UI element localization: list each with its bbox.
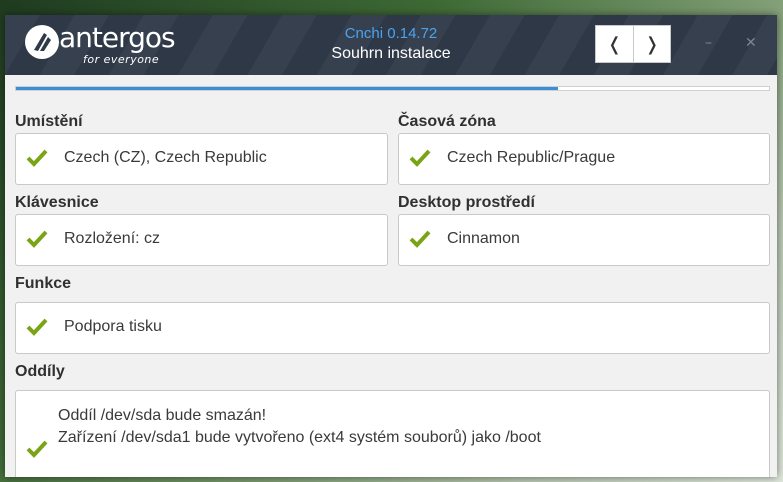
installer-window: antergos for everyone Cnchi 0.14.72 Souh… bbox=[5, 15, 777, 477]
forward-button[interactable]: ❭ bbox=[632, 26, 670, 62]
check-icon bbox=[409, 149, 431, 167]
partitions-label: Oddíly bbox=[15, 363, 65, 380]
features-label: Funkce bbox=[15, 275, 72, 292]
check-icon bbox=[26, 230, 48, 248]
nav-buttons: ❬ ❭ bbox=[595, 25, 671, 63]
keyboard-value: Rozložení: cz bbox=[64, 230, 161, 247]
location-value: Czech (CZ), Czech Republic bbox=[64, 149, 267, 166]
keyboard-box: Rozložení: cz bbox=[15, 214, 388, 266]
chevron-right-icon: ❭ bbox=[644, 33, 660, 55]
location-box: Czech (CZ), Czech Republic bbox=[15, 133, 388, 185]
desktop-label: Desktop prostředí bbox=[398, 194, 535, 211]
minimize-button[interactable]: – bbox=[705, 35, 712, 51]
check-icon bbox=[26, 318, 48, 336]
check-icon bbox=[409, 230, 431, 248]
partition-line: Oddíl /dev/sda bude smazán! bbox=[58, 407, 267, 424]
timezone-box: Czech Republic/Prague bbox=[398, 133, 770, 185]
check-icon bbox=[26, 440, 48, 458]
back-button[interactable]: ❬ bbox=[596, 26, 633, 62]
partition-line: Zařízení /dev/sda1 bude vytvořeno (ext4 … bbox=[58, 429, 541, 446]
install-progress-bar bbox=[15, 86, 770, 91]
partitions-box: Oddíl /dev/sda bude smazán! Zařízení /de… bbox=[15, 390, 770, 477]
chevron-left-icon: ❬ bbox=[606, 33, 623, 55]
keyboard-label: Klávesnice bbox=[15, 194, 99, 211]
features-box: Podpora tisku bbox=[15, 302, 770, 354]
check-icon bbox=[26, 149, 48, 167]
desktop-box: Cinnamon bbox=[398, 214, 770, 266]
location-label: Umístění bbox=[15, 113, 83, 130]
timezone-label: Časová zóna bbox=[398, 113, 496, 130]
features-value: Podpora tisku bbox=[64, 318, 162, 335]
timezone-value: Czech Republic/Prague bbox=[447, 149, 616, 166]
header-bar: antergos for everyone Cnchi 0.14.72 Souh… bbox=[5, 15, 777, 75]
desktop-value: Cinnamon bbox=[447, 230, 520, 247]
progress-fill bbox=[16, 87, 559, 90]
close-button[interactable]: ✕ bbox=[745, 35, 757, 51]
